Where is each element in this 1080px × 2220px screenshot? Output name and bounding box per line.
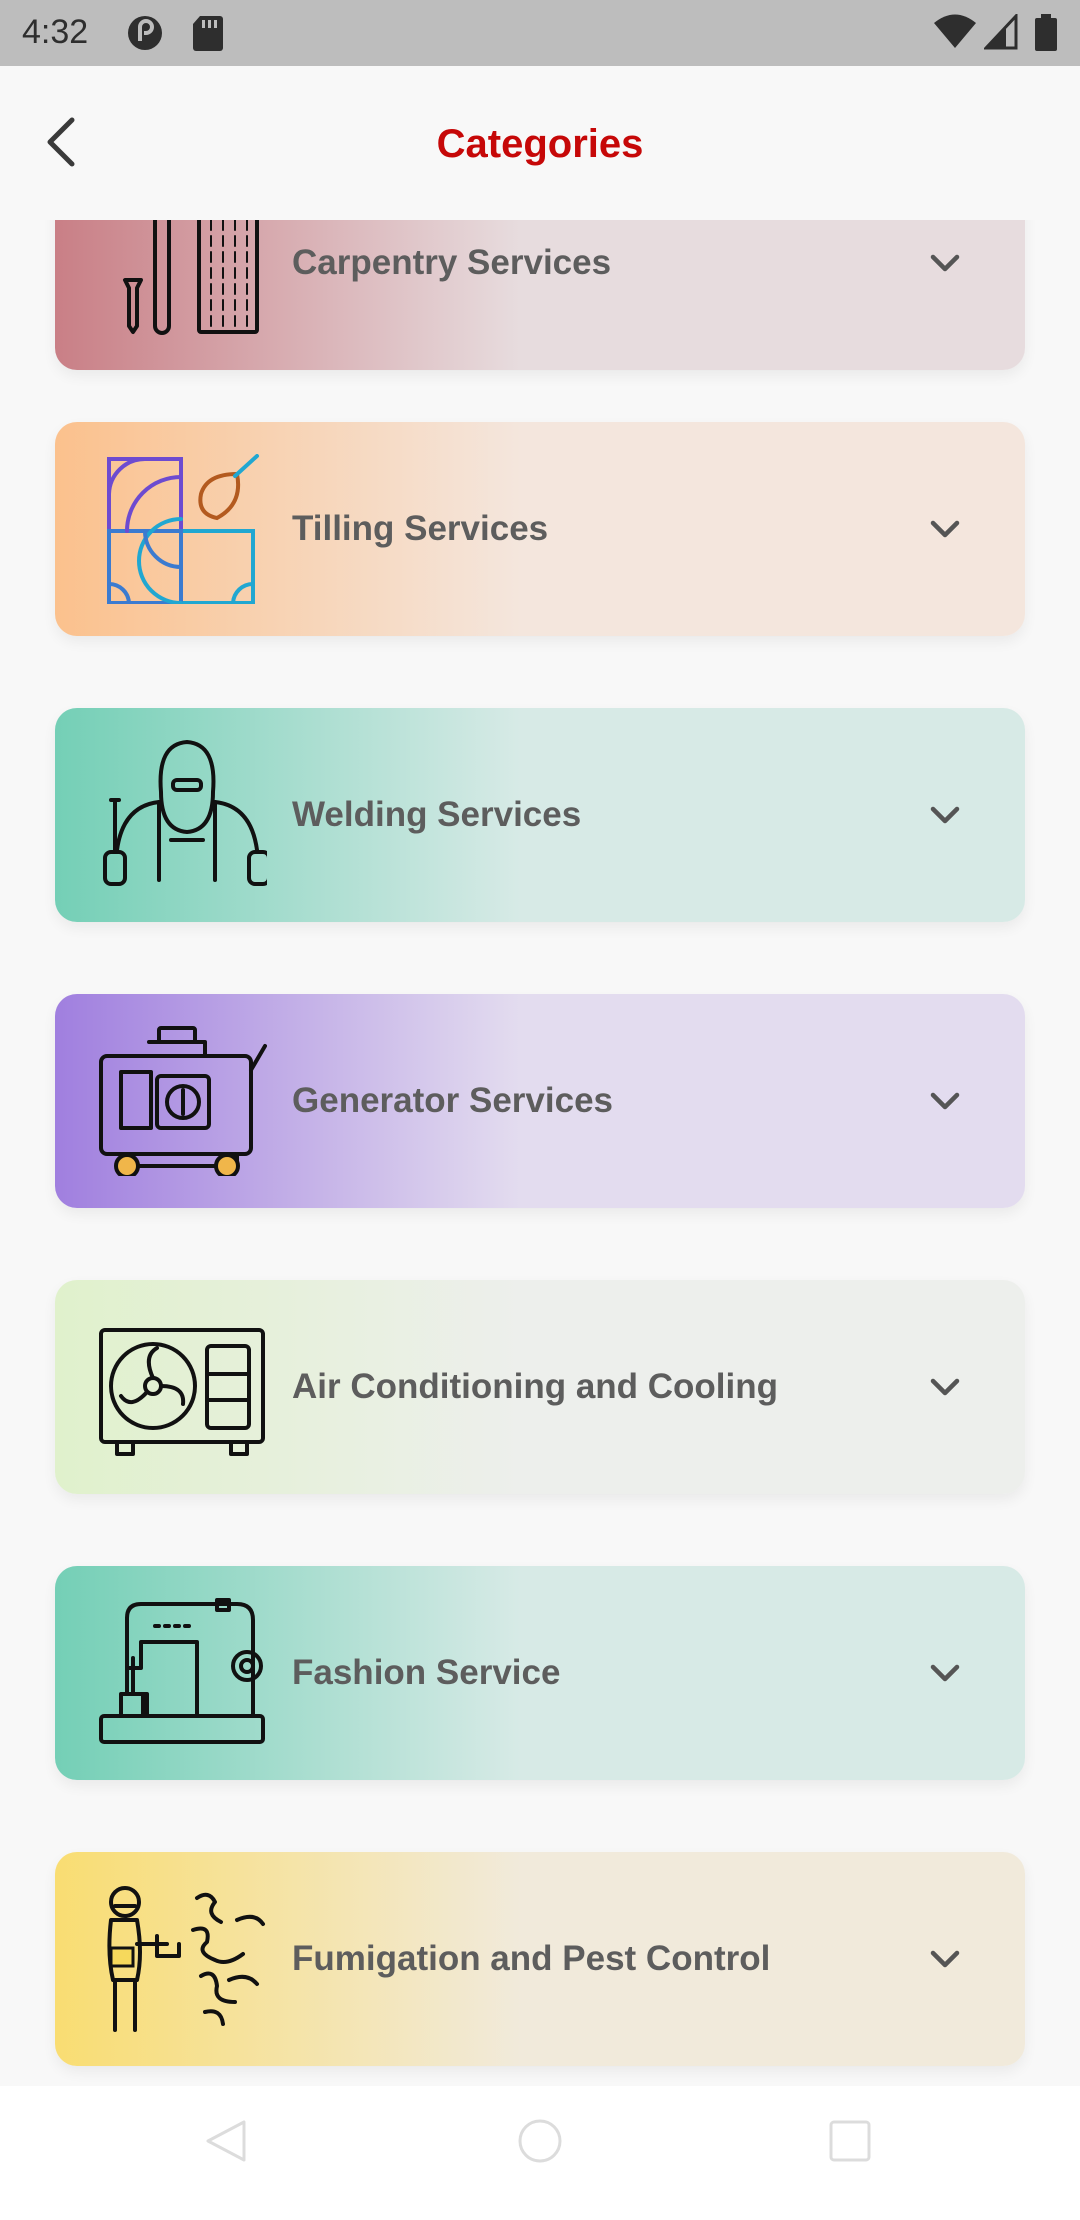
category-label: Welding Services — [292, 795, 582, 834]
sd-card-icon — [193, 16, 223, 51]
category-card-air-conditioning[interactable]: Air Conditioning and Cooling — [55, 1280, 1025, 1494]
chevron-down-icon[interactable] — [927, 511, 963, 547]
category-label: Generator Services — [292, 1081, 614, 1120]
generator-icon — [99, 1026, 267, 1176]
pocket-casts-icon — [128, 16, 162, 50]
category-card-carpentry[interactable]: Carpentry Services — [55, 220, 1025, 370]
chevron-down-icon[interactable] — [927, 1655, 963, 1691]
cellular-signal-icon — [984, 14, 1018, 50]
status-bar: 4:32 — [0, 0, 1080, 66]
category-label: Air Conditioning and Cooling — [292, 1367, 779, 1406]
category-card-fumigation[interactable]: Fumigation and Pest Control — [55, 1852, 1025, 2066]
app-bar: Categories — [0, 66, 1080, 220]
sewing-machine-icon — [99, 1598, 265, 1744]
nav-home-icon[interactable] — [515, 2116, 565, 2166]
category-label: Carpentry Services — [292, 243, 612, 282]
wifi-icon — [934, 14, 976, 48]
category-card-fashion[interactable]: Fashion Service — [55, 1566, 1025, 1780]
category-label: Fumigation and Pest Control — [292, 1939, 771, 1978]
category-list[interactable]: Carpentry Services Tilling Services Weld… — [0, 220, 1080, 2086]
nav-back-icon[interactable] — [200, 2116, 250, 2166]
category-card-tilling[interactable]: Tilling Services — [55, 422, 1025, 636]
fumigation-worker-icon — [107, 1886, 265, 2032]
nav-recents-icon[interactable] — [825, 2116, 875, 2166]
ac-outdoor-unit-icon — [99, 1328, 265, 1456]
carpentry-tools-icon — [123, 220, 259, 335]
category-card-generator[interactable]: Generator Services — [55, 994, 1025, 1208]
battery-icon — [1035, 14, 1057, 51]
welder-mask-icon — [103, 740, 267, 886]
chevron-down-icon[interactable] — [927, 1369, 963, 1405]
page-title: Categories — [436, 122, 644, 166]
chevron-down-icon[interactable] — [927, 797, 963, 833]
navigation-bar — [0, 2086, 1080, 2220]
chevron-down-icon[interactable] — [927, 1941, 963, 1977]
tile-trowel-icon — [107, 454, 259, 604]
category-card-welding[interactable]: Welding Services — [55, 708, 1025, 922]
chevron-down-icon[interactable] — [927, 245, 963, 281]
status-time: 4:32 — [22, 13, 89, 51]
category-label: Fashion Service — [292, 1653, 561, 1692]
category-label: Tilling Services — [292, 509, 549, 548]
chevron-down-icon[interactable] — [927, 1083, 963, 1119]
